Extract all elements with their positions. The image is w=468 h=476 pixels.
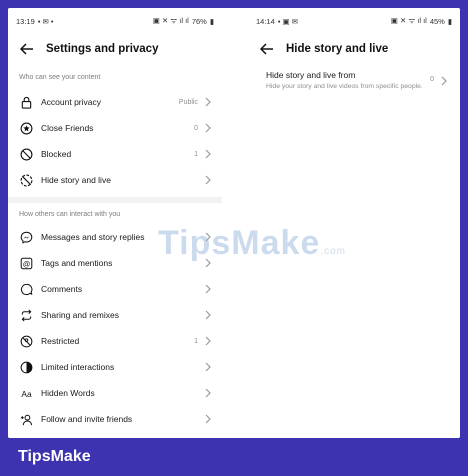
settings-item-value: Public: [178, 98, 198, 106]
settings-item-hidden-words[interactable]: Aa Hidden Words: [8, 380, 222, 406]
settings-item-value: 1: [194, 337, 198, 345]
svg-text:@: @: [22, 259, 30, 268]
messenger-icon: [19, 230, 33, 244]
lock-icon: [19, 95, 33, 109]
settings-item-label: Close Friends: [41, 123, 94, 133]
settings-item-label: Blocked: [41, 149, 72, 159]
settings-item-label: Follow and invite friends: [41, 414, 133, 424]
status-battery: 76%: [191, 16, 207, 26]
hide-story-icon: [19, 173, 33, 187]
at-sign-icon: @: [19, 256, 33, 270]
limited-icon: [19, 360, 33, 374]
screenshot-frame: 13:19 ▪ ✉ • ▣ ✕ ᯤ ıl ıl 76% ▮ Settings a…: [8, 8, 460, 438]
star-circle-icon: [19, 121, 33, 135]
back-arrow-icon[interactable]: [258, 40, 276, 58]
item-count: 0: [430, 76, 434, 83]
settings-item-value: 0: [194, 124, 198, 132]
battery-icon: ▮: [447, 16, 452, 26]
settings-item-label: Hidden Words: [41, 388, 95, 398]
section-divider: [8, 197, 222, 203]
notification-icons: ▪ ✉ •: [37, 16, 54, 26]
settings-item-label: Restricted: [41, 336, 80, 346]
settings-item-sharing[interactable]: Sharing and remixes: [8, 302, 222, 328]
chevron-right-icon: [205, 362, 211, 372]
notification-icons: ▪ ▣ ✉: [277, 16, 298, 26]
settings-item-close-friends[interactable]: Close Friends 0: [8, 115, 222, 141]
chevron-right-icon: [205, 414, 211, 424]
settings-item-restricted[interactable]: Restricted 1: [8, 328, 222, 354]
signal-icons: ▣ ✕ ᯤ ıl ıl: [390, 16, 427, 25]
restricted-icon: [19, 334, 33, 348]
item-subtitle: Hide your story and live videos from spe…: [266, 83, 423, 90]
settings-screen: 13:19 ▪ ✉ • ▣ ✕ ᯤ ıl ıl 76% ▮ Settings a…: [8, 8, 222, 438]
settings-item-blocked[interactable]: Blocked 1: [8, 141, 222, 167]
battery-icon: ▮: [209, 16, 214, 26]
status-battery: 45%: [429, 16, 445, 26]
chevron-right-icon: [205, 284, 211, 294]
page-title: Hide story and live: [286, 43, 389, 55]
footer-brand: TipsMake: [18, 448, 91, 465]
watermark: TipsMake.com: [158, 224, 346, 263]
watermark-suffix: .com: [320, 246, 346, 257]
chevron-right-icon: [441, 76, 447, 86]
status-bar: 14:14 ▪ ▣ ✉ ▣ ✕ ᯤ ıl ıl 45% ▮: [248, 8, 460, 34]
page-title: Settings and privacy: [46, 43, 159, 55]
hidden-words-icon: Aa: [19, 386, 33, 400]
chevron-right-icon: [205, 123, 211, 133]
settings-item-follow-invite[interactable]: Follow and invite friends: [8, 406, 222, 432]
hide-story-screen: 14:14 ▪ ▣ ✉ ▣ ✕ ᯤ ıl ıl 45% ▮ Hide story…: [248, 8, 460, 438]
settings-item-label: Limited interactions: [41, 362, 115, 372]
add-friend-icon: [19, 412, 33, 426]
back-arrow-icon[interactable]: [18, 40, 36, 58]
settings-item-limited[interactable]: Limited interactions: [8, 354, 222, 380]
settings-item-label: Comments: [41, 284, 83, 294]
signal-icons: ▣ ✕ ᯤ ıl ıl: [152, 16, 189, 25]
watermark-text: TipsMake: [158, 224, 321, 262]
settings-item-label: Hide story and live: [41, 175, 111, 185]
page-header: Hide story and live: [248, 34, 460, 64]
settings-item-comments[interactable]: Comments: [8, 276, 222, 302]
status-time: 13:19: [16, 16, 35, 26]
settings-item-label: Account privacy: [41, 97, 101, 107]
status-bar: 13:19 ▪ ✉ • ▣ ✕ ᯤ ıl ıl 76% ▮: [8, 8, 222, 34]
section-label-visibility: Who can see your content: [19, 74, 101, 81]
chevron-right-icon: [205, 310, 211, 320]
comment-icon: [19, 282, 33, 296]
settings-item-hide-story[interactable]: Hide story and live: [8, 167, 222, 193]
settings-item-value: 1: [194, 150, 198, 158]
chevron-right-icon: [205, 388, 211, 398]
remix-icon: [19, 308, 33, 322]
page-header: Settings and privacy: [8, 34, 222, 64]
item-title: Hide story and live from: [266, 70, 356, 80]
status-time: 14:14: [256, 16, 275, 26]
chevron-right-icon: [205, 336, 211, 346]
section-label-interaction: How others can interact with you: [19, 211, 121, 218]
blocked-icon: [19, 147, 33, 161]
chevron-right-icon: [205, 149, 211, 159]
settings-item-account-privacy[interactable]: Account privacy Public: [8, 89, 222, 115]
settings-item-label: Sharing and remixes: [41, 310, 119, 320]
chevron-right-icon: [205, 175, 211, 185]
chevron-right-icon: [205, 97, 211, 107]
hide-story-from-item[interactable]: Hide story and live from Hide your story…: [248, 64, 460, 91]
svg-text:Aa: Aa: [21, 388, 32, 398]
